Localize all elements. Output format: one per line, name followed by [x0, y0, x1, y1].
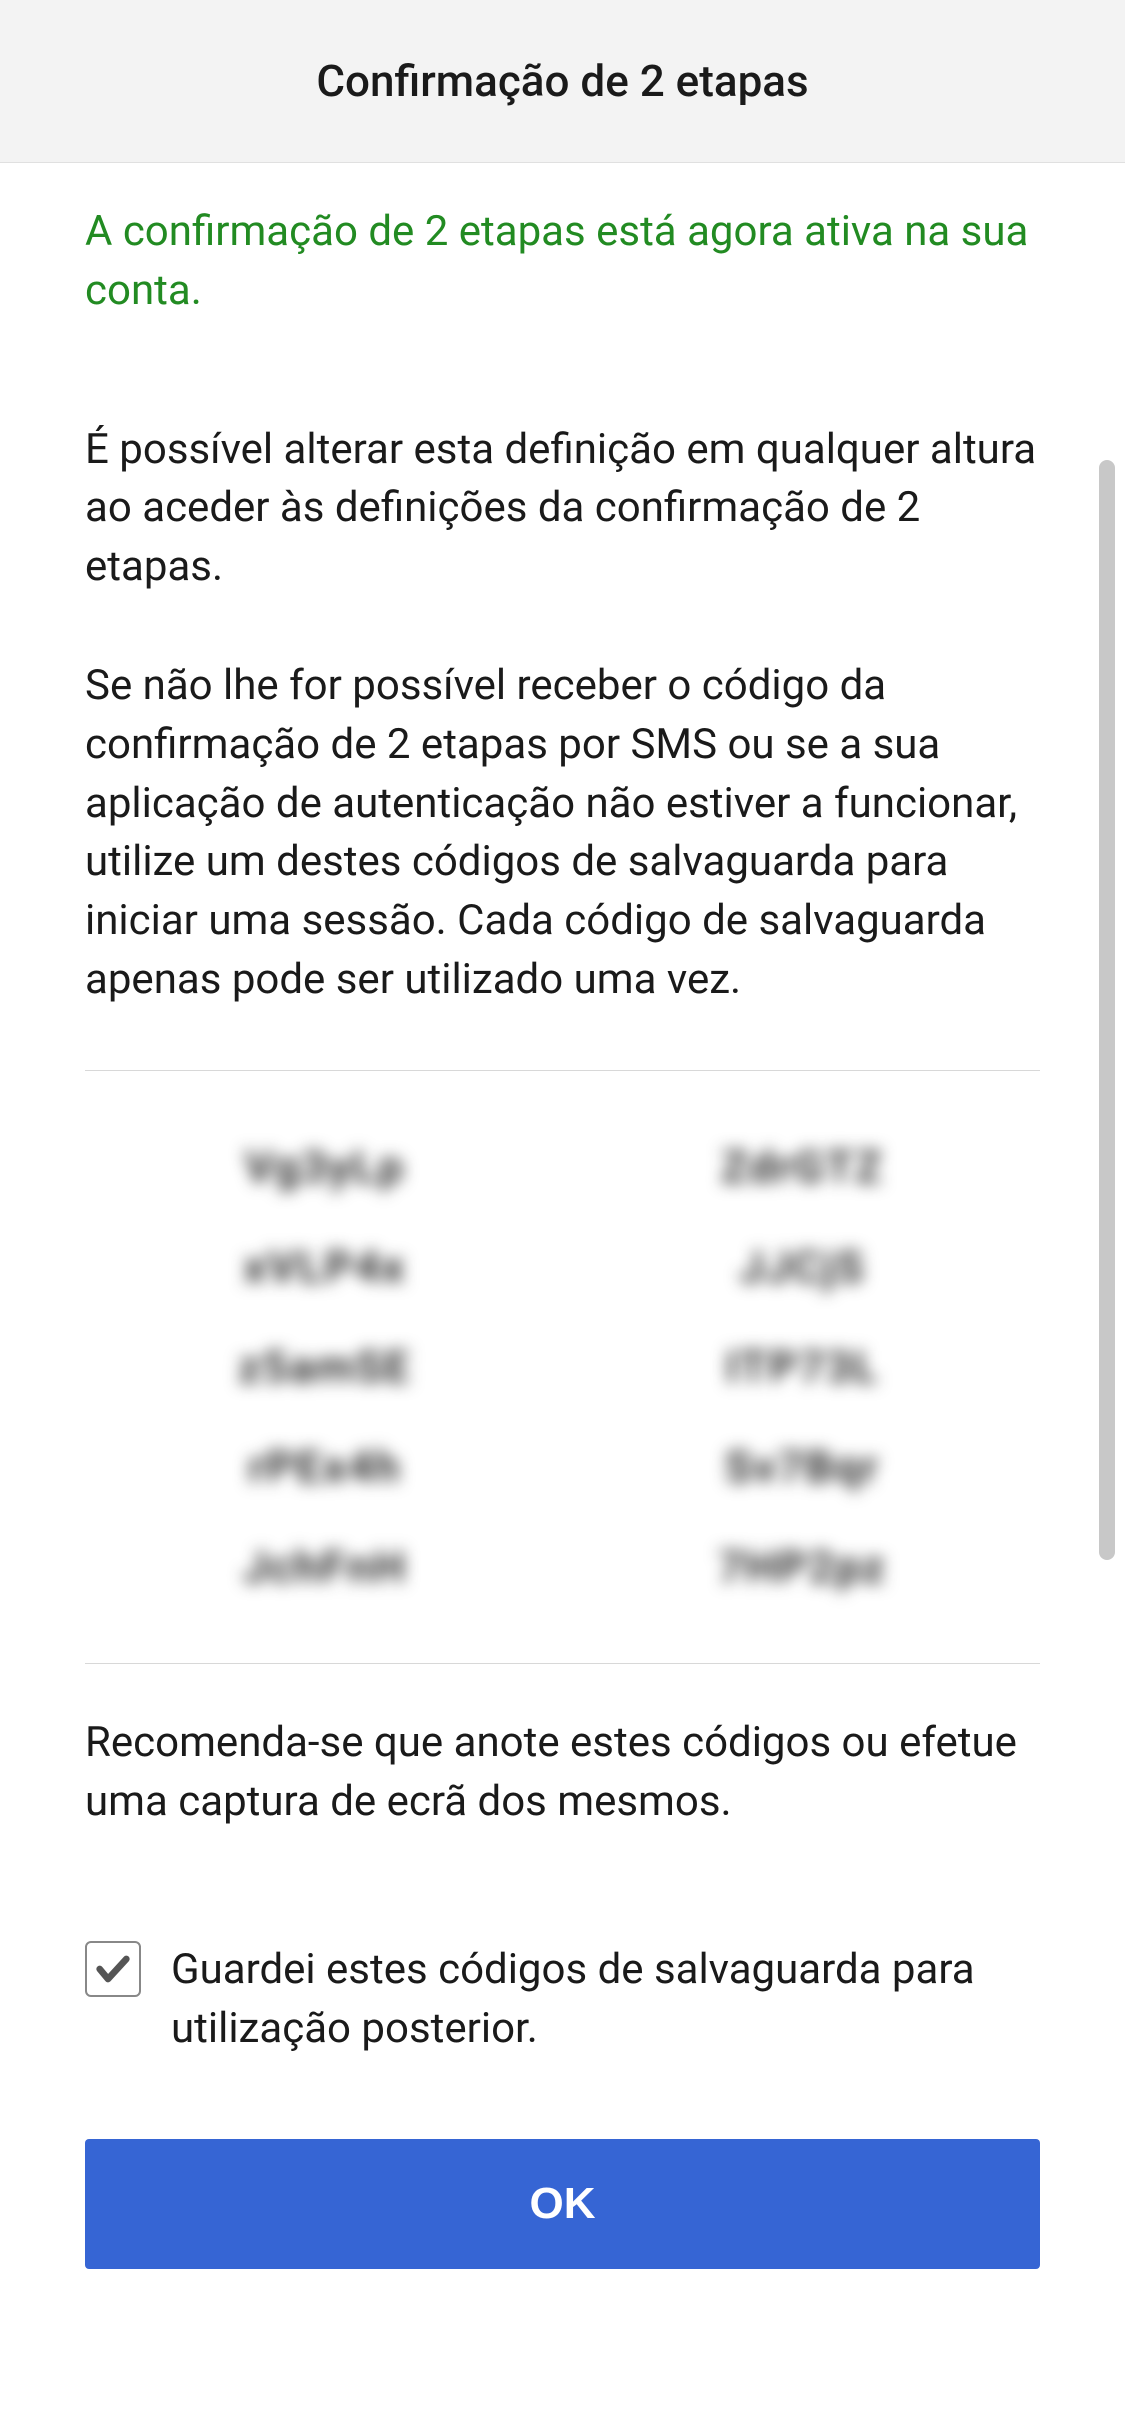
divider-bottom [85, 1663, 1040, 1664]
backup-code: rPEx4h [248, 1441, 401, 1493]
backup-code: JchFnH [243, 1541, 407, 1593]
backup-code: 7HP2pz [718, 1541, 886, 1593]
status-message: A confirmação de 2 etapas está agora ati… [85, 203, 1040, 321]
description-paragraph-1: É possível alterar esta definição em qua… [85, 421, 1040, 597]
checkmark-icon [93, 1949, 133, 1989]
dialog-content: A confirmação de 2 etapas está agora ati… [0, 163, 1125, 2436]
codes-column-left: Vg3yLp xVLP4x z5amSE rPEx4h JchFnH [238, 1141, 411, 1593]
dialog-header: Confirmação de 2 etapas [0, 0, 1125, 163]
backup-code: Sv7Bqr [725, 1441, 880, 1493]
description-paragraph-2: Se não lhe for possível receber o código… [85, 657, 1040, 1010]
ok-button[interactable]: OK [85, 2139, 1040, 2269]
dialog-title: Confirmação de 2 etapas [30, 55, 1095, 107]
backup-code: ZdrGTZ [721, 1141, 883, 1193]
divider-top [85, 1070, 1040, 1071]
recommendation-text: Recomenda-se que anote estes códigos ou … [85, 1714, 1040, 1832]
backup-code: z5amSE [238, 1341, 411, 1393]
backup-code: xVLP4x [244, 1241, 406, 1293]
saved-codes-checkbox-label: Guardei estes códigos de salvaguarda par… [171, 1941, 1040, 2059]
backup-code: JJCjS [739, 1241, 865, 1293]
backup-code: ITP73L [726, 1341, 879, 1393]
footer-area: OK [85, 2139, 1040, 2269]
backup-codes-container: Vg3yLp xVLP4x z5amSE rPEx4h JchFnH ZdrGT… [85, 1121, 1040, 1613]
scrollbar[interactable] [1099, 460, 1115, 1560]
saved-codes-checkbox-row: Guardei estes códigos de salvaguarda par… [85, 1941, 1040, 2059]
codes-column-right: ZdrGTZ JJCjS ITP73L Sv7Bqr 7HP2pz [718, 1141, 886, 1593]
backup-code: Vg3yLp [245, 1141, 405, 1193]
saved-codes-checkbox[interactable] [85, 1941, 141, 1997]
